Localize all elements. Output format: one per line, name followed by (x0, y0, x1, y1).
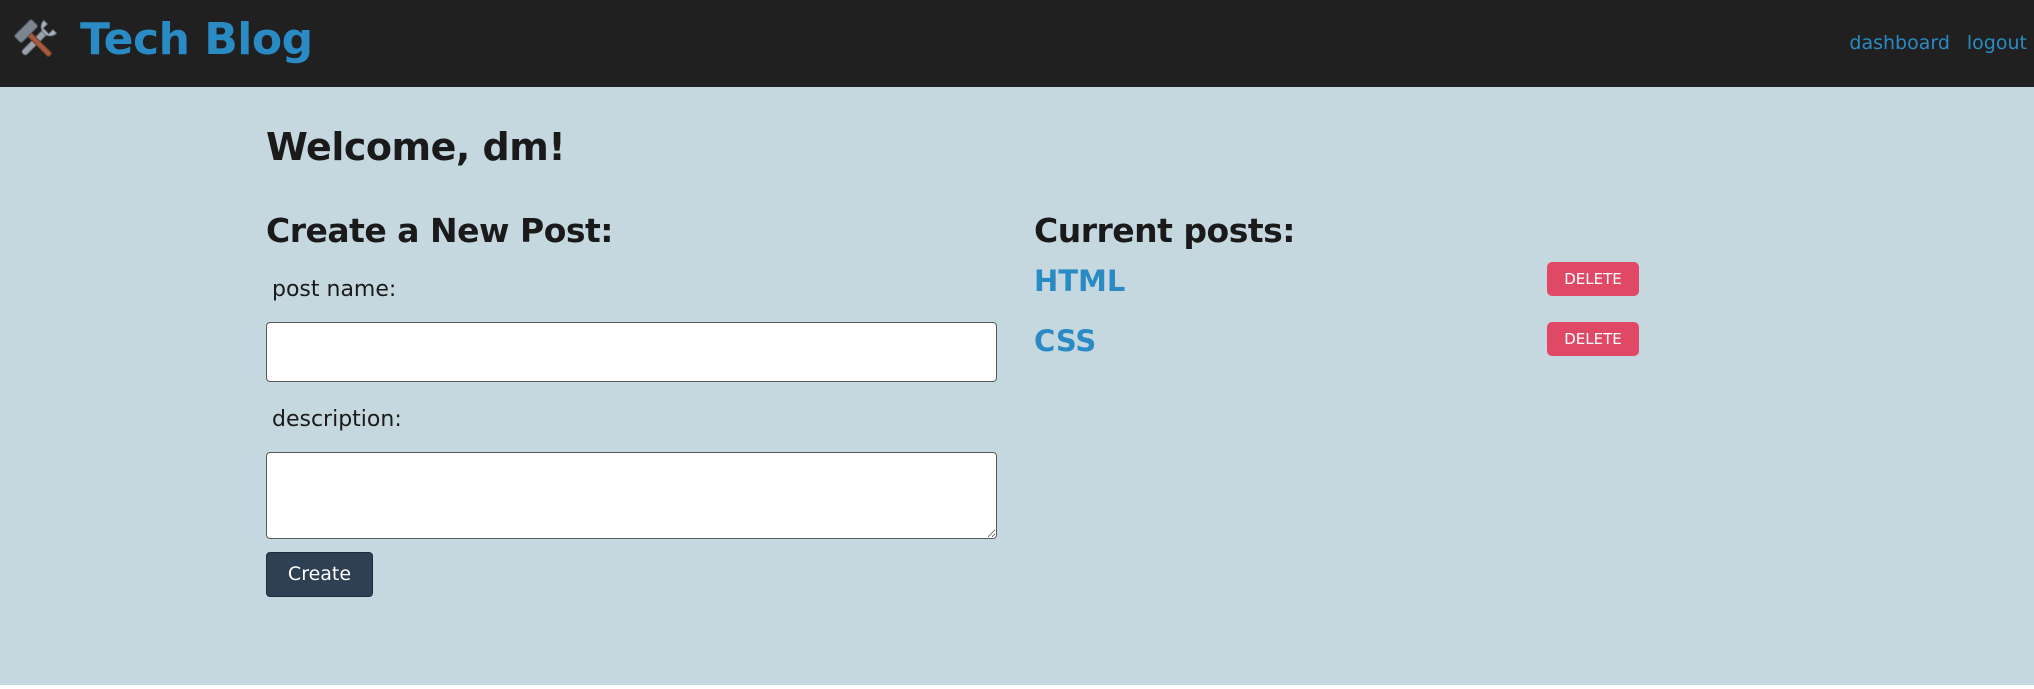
brand-title[interactable]: Tech Blog (80, 8, 313, 72)
description-label: description: (272, 407, 402, 432)
nav-links: dashboard logout (1849, 29, 2027, 57)
create-post-button[interactable]: Create (266, 552, 373, 597)
post-name-input[interactable] (266, 322, 997, 382)
delete-post-button[interactable]: DELETE (1547, 322, 1639, 356)
navbar: Tech Blog dashboard logout (0, 0, 2034, 87)
welcome-heading: Welcome, dm! (266, 125, 566, 169)
dashboard-main: Welcome, dm! Create a New Post: post nam… (0, 87, 2034, 685)
delete-post-button[interactable]: DELETE (1547, 262, 1639, 296)
post-title-link[interactable]: HTML (1034, 261, 1125, 301)
post-name-label: post name: (272, 277, 397, 302)
description-textarea[interactable] (266, 452, 997, 539)
post-title-link[interactable]: CSS (1034, 321, 1096, 361)
create-post-heading: Create a New Post: (266, 211, 614, 250)
current-posts-heading: Current posts: (1034, 211, 1295, 250)
nav-logout-link[interactable]: logout (1967, 29, 2027, 57)
page-bottom-strip (0, 685, 2034, 689)
hammer-and-wrench-icon (12, 17, 60, 65)
nav-dashboard-link[interactable]: dashboard (1849, 29, 1950, 57)
